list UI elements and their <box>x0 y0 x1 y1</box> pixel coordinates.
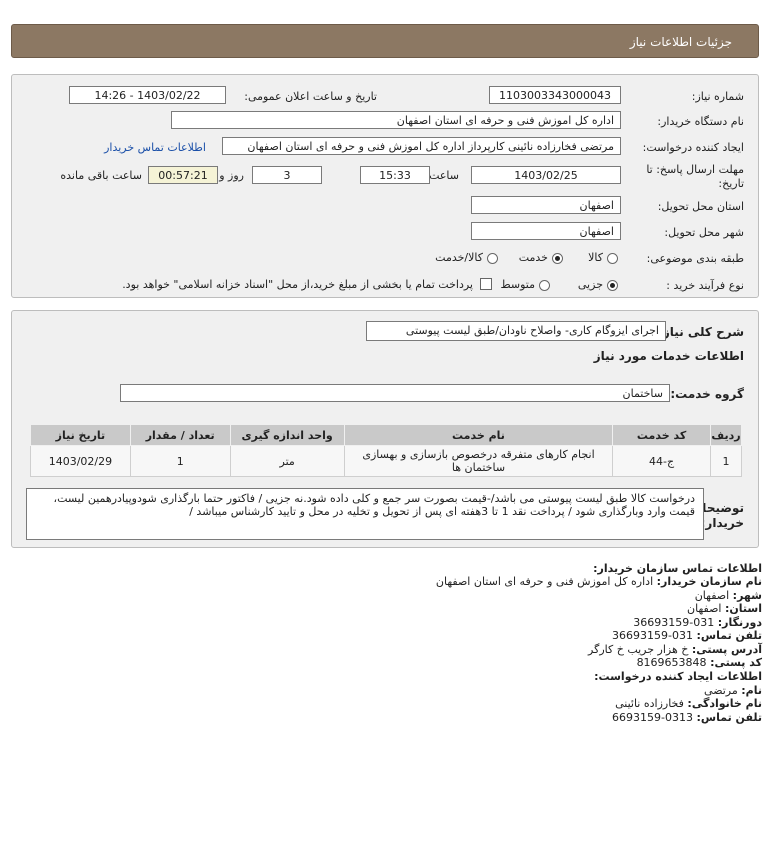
col-date: تاریخ نیاز <box>30 424 131 446</box>
cell-name: انجام کارهای متفرقه درخصوص بازسازی و بهس… <box>343 445 614 477</box>
col-name: نام خدمت <box>343 424 614 446</box>
creator-phone: تلفن تماس: 0313-6693159 <box>612 711 762 724</box>
col-code: کد خدمت <box>612 424 711 446</box>
page-title: جزئیات اطلاعات نیاز <box>629 35 732 49</box>
contact-fax: دورنگار: 031-36693159 <box>633 616 762 629</box>
treasury-note: پرداخت تمام یا بخشی از مبلغ خرید،از محل … <box>122 278 473 291</box>
deadline-time-field: 15:33 <box>360 166 430 184</box>
announce-field: 1403/02/22 - 14:26 <box>69 86 226 104</box>
city-field: اصفهان <box>471 222 621 240</box>
deadline-label-1: مهلت ارسال پاسخ: تا <box>646 163 744 176</box>
cell-date: 1403/02/29 <box>30 445 131 477</box>
remaining-time-field: 00:57:21 <box>148 166 218 184</box>
days-field: 3 <box>252 166 322 184</box>
col-qty: تعداد / مقدار <box>129 424 231 446</box>
need-panel: شرح کلی نیاز: اجرای ایزوگام کاری- واصلاح… <box>11 310 759 548</box>
services-table: ردیف کد خدمت نام خدمت واحد اندازه گیری ت… <box>30 424 743 477</box>
category-radio-service[interactable] <box>552 253 563 264</box>
contact-org: نام سازمان خریدار: اداره کل اموزش فنی و … <box>435 575 762 588</box>
contact-city: شهر: اصفهان <box>694 589 762 602</box>
purchase-option-minor: جزیی <box>577 278 603 291</box>
deadline-date-field: 1403/02/25 <box>471 166 621 184</box>
buyer-notes-label-2: خریدار: <box>700 516 744 530</box>
col-unit: واحد اندازه گیری <box>229 424 345 446</box>
table-row: 1 ج-44 انجام کارهای متفرقه درخصوص بازساز… <box>30 445 743 477</box>
contact-address: آدرس پستی: خ هزار جریب خ کارگر <box>588 643 762 656</box>
services-heading: اطلاعات خدمات مورد نیاز <box>593 349 744 363</box>
contact-title: اطلاعات تماس سازمان خریدار: <box>593 562 762 575</box>
purchase-option-medium: متوسط <box>500 278 535 291</box>
services-table-header: ردیف کد خدمت نام خدمت واحد اندازه گیری ت… <box>30 424 743 446</box>
days-label: روز و <box>219 169 244 182</box>
page-header: جزئیات اطلاعات نیاز <box>11 24 759 58</box>
category-label: طبقه بندی موضوعی: <box>646 252 744 265</box>
category-radio-goods[interactable] <box>607 253 618 264</box>
category-radio-goods-service[interactable] <box>487 253 498 264</box>
creator-field: مرتضی فخارزاده نائینی کارپرداز اداره کل … <box>222 137 621 155</box>
announce-label: تاریخ و ساعت اعلان عمومی: <box>244 90 377 103</box>
purchase-type-label: نوع فرآیند خرید : <box>666 279 744 292</box>
buyer-org-label: نام دستگاه خریدار: <box>657 115 744 128</box>
cell-qty: 1 <box>129 445 231 477</box>
need-number-field: 1103003343000043 <box>489 86 621 104</box>
deadline-label-2: تاریخ: <box>718 177 744 190</box>
cell-row: 1 <box>709 445 743 477</box>
buyer-org-field: اداره کل اموزش فنی و حرفه ای استان اصفها… <box>171 111 621 129</box>
remaining-label: ساعت باقی مانده <box>60 169 142 182</box>
col-row: ردیف <box>709 424 743 446</box>
details-panel: شماره نیاز: 1103003343000043 تاریخ و ساع… <box>11 74 759 298</box>
purchase-radio-minor[interactable] <box>607 280 618 291</box>
contact-postal: کد پستی: 8169653848 <box>636 656 762 669</box>
creator-name: نام: مرتضی <box>704 684 762 697</box>
creator-label: ایجاد کننده درخواست: <box>642 141 744 154</box>
city-label: شهر محل تحویل: <box>664 226 744 239</box>
deadline-time-label: ساعت <box>429 169 459 182</box>
category-option-service: خدمت <box>518 251 548 264</box>
summary-label: شرح کلی نیاز: <box>658 325 744 339</box>
treasury-checkbox[interactable] <box>480 278 492 290</box>
cell-code: ج-44 <box>612 445 711 477</box>
buyer-contact-link[interactable]: اطلاعات تماس خریدار <box>104 141 206 154</box>
cell-unit: متر <box>229 445 345 477</box>
category-option-goods: کالا <box>588 251 603 264</box>
buyer-notes-field: درخواست کالا طبق لیست پیوستی می باشد/-قی… <box>26 488 704 540</box>
service-group-field: ساختمان <box>120 384 670 402</box>
creator-family: نام خانوادگی: فخارزاده نائینی <box>615 697 762 710</box>
purchase-radio-medium[interactable] <box>539 280 550 291</box>
contact-phone: تلفن تماس: 031-36693159 <box>612 629 762 642</box>
contact-province: استان: اصفهان <box>687 602 762 615</box>
province-field: اصفهان <box>471 196 621 214</box>
province-label: استان محل تحویل: <box>657 200 744 213</box>
creator-title: اطلاعات ایجاد کننده درخواست: <box>594 670 762 683</box>
category-option-goods-service: کالا/خدمت <box>435 251 483 264</box>
need-number-label: شماره نیاز: <box>691 90 744 103</box>
service-group-label: گروه خدمت: <box>670 387 744 401</box>
summary-field: اجرای ایزوگام کاری- واصلاح ناودان/طبق لی… <box>366 321 666 341</box>
